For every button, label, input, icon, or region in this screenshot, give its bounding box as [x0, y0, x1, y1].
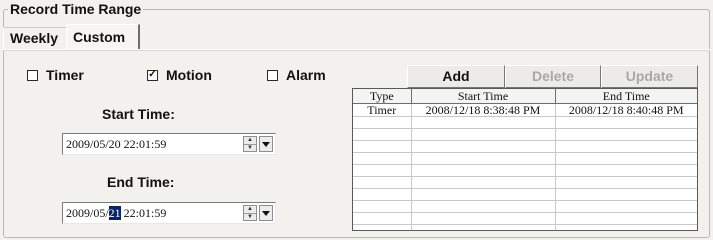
end-time-spinner[interactable]: ▲ ▼ [243, 205, 257, 221]
alarm-checkbox-label: Alarm [286, 67, 326, 83]
empty-table-row [353, 116, 697, 129]
cell-end-time: 2008/12/18 8:40:48 PM [555, 103, 697, 117]
empty-table-row [353, 212, 697, 225]
cell-type: Timer [353, 103, 412, 117]
column-header-end-time[interactable]: End Time [555, 89, 697, 104]
start-time-picker[interactable]: 2009/05/20 22:01:59 ▲ ▼ [62, 133, 276, 155]
schedule-table: Type Start Time End Time Timer 2008/12/1… [353, 89, 697, 230]
spin-down-icon[interactable]: ▼ [244, 213, 256, 221]
empty-table-row [353, 176, 697, 189]
end-time-picker[interactable]: 2009/05/21 22:01:59 ▲ ▼ [62, 202, 276, 224]
group-title: Record Time Range [8, 0, 144, 18]
tab-weekly[interactable]: Weekly [3, 27, 66, 50]
empty-table-row [353, 164, 697, 177]
tab-custom[interactable]: Custom [66, 24, 140, 50]
motion-checkbox-label: Motion [166, 67, 212, 83]
timer-checkbox-box[interactable] [27, 69, 38, 81]
start-time-label: Start Time: [102, 106, 175, 122]
spin-up-icon[interactable]: ▲ [244, 206, 256, 213]
tab-divider-shadow [3, 50, 710, 51]
timer-checkbox-label: Timer [46, 67, 84, 83]
motion-checkbox-box[interactable]: ✓ [147, 69, 158, 81]
empty-table-row [353, 140, 697, 153]
start-time-spinner[interactable]: ▲ ▼ [243, 136, 257, 152]
alarm-checkbox[interactable]: Alarm [267, 67, 326, 83]
cell-start-time: 2008/12/18 8:38:48 PM [411, 103, 556, 117]
add-button[interactable]: Add [407, 65, 505, 88]
schedule-list[interactable]: Type Start Time End Time Timer 2008/12/1… [352, 88, 698, 231]
start-time-dropdown-icon[interactable] [259, 136, 273, 152]
spin-up-icon[interactable]: ▲ [244, 137, 256, 144]
table-row[interactable]: Timer 2008/12/18 8:38:48 PM 2008/12/18 8… [353, 103, 697, 117]
end-time-value-suffix: 22:01:59 [120, 205, 167, 220]
empty-table-row [353, 188, 697, 201]
update-button[interactable]: Update [601, 65, 698, 88]
end-time-value[interactable]: 2009/05/21 22:01:59 [63, 205, 243, 221]
alarm-checkbox-box[interactable] [267, 69, 278, 81]
end-time-value-prefix: 2009/05/ [66, 205, 109, 220]
table-header-row: Type Start Time End Time [353, 89, 697, 104]
timer-checkbox[interactable]: Timer [27, 67, 84, 83]
start-time-value[interactable]: 2009/05/20 22:01:59 [63, 137, 243, 152]
end-time-selected-field[interactable]: 21 [108, 205, 121, 220]
empty-table-row [353, 128, 697, 141]
delete-button[interactable]: Delete [505, 65, 601, 88]
empty-table-row [353, 152, 697, 165]
spin-down-icon[interactable]: ▼ [244, 144, 256, 152]
end-time-dropdown-icon[interactable] [259, 205, 273, 221]
empty-table-row [353, 224, 697, 230]
column-header-type[interactable]: Type [353, 89, 412, 104]
motion-checkbox[interactable]: ✓ Motion [147, 67, 212, 83]
end-time-label: End Time: [107, 174, 175, 190]
empty-table-row [353, 200, 697, 213]
column-header-start-time[interactable]: Start Time [411, 89, 556, 104]
